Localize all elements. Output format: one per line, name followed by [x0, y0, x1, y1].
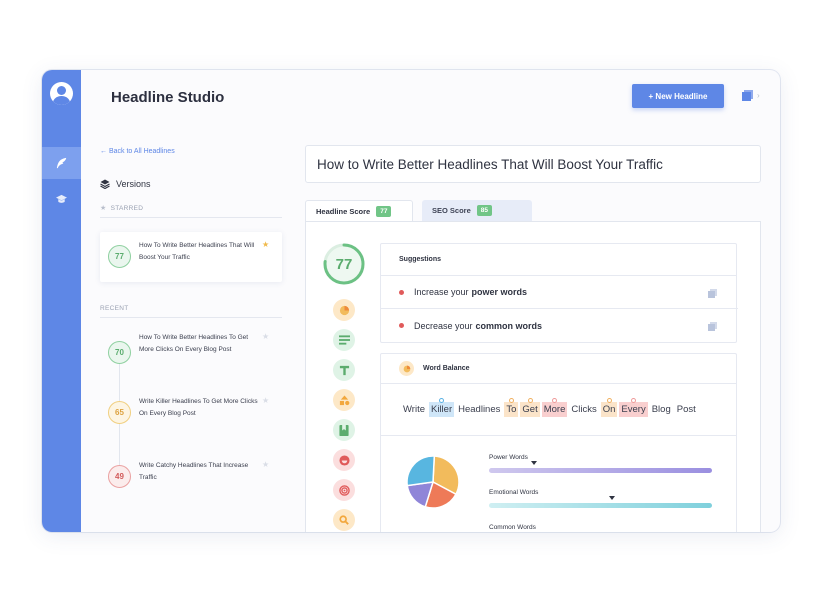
versions-sidebar: ← Back to All Headlines Versions ★ STARR… — [100, 148, 282, 522]
bar-label-common: Common Words — [489, 524, 536, 531]
type-nav[interactable] — [333, 359, 355, 381]
word-type-marker — [552, 398, 558, 403]
headline-score: 77 — [335, 255, 353, 273]
avatar[interactable] — [50, 82, 73, 105]
emotional-words-bar — [489, 503, 712, 508]
version-title: How To Write Better Headlines To Get Mor… — [139, 334, 249, 353]
suggestion-item[interactable]: Decrease your common words — [381, 309, 738, 342]
recent-section-label: RECENT — [100, 305, 282, 318]
word-type-marker — [527, 398, 533, 403]
emotional-words-marker — [608, 496, 615, 500]
score-badge: 77 — [376, 205, 392, 217]
word-balance-card: Word Balance Write Killer Headlines To Get Mo… — [380, 353, 737, 532]
bookmark-icon — [339, 424, 349, 436]
bar-label-power: Power Words — [489, 454, 528, 461]
word-type-marker — [508, 398, 514, 403]
word-type-marker — [631, 398, 637, 403]
headline-word[interactable]: Clicks — [569, 402, 598, 417]
shapes-icon — [339, 394, 349, 405]
score-circle: 49 — [108, 465, 131, 488]
status-dot — [399, 289, 404, 295]
tab-seo-score[interactable]: SEO Score 85 — [422, 200, 532, 221]
pie-slice-blue — [406, 455, 436, 487]
recent-list: 70 How To Write Better Headlines To Get … — [100, 332, 282, 522]
star-icon[interactable]: ★ — [262, 460, 269, 469]
back-link[interactable]: ← Back to All Headlines — [100, 148, 282, 155]
graduation-cap-icon — [56, 194, 67, 203]
smile-icon — [338, 454, 350, 466]
target-nav[interactable] — [333, 479, 355, 501]
starred-version-card[interactable]: 77 How To Write Better Headlines That Wi… — [100, 232, 282, 282]
headline-words: Write Killer Headlines To Get More Clicks On Eve… — [381, 384, 736, 436]
headline-word[interactable]: Killer — [429, 398, 455, 417]
app-window: Headline Studio + New Headline › ← Back … — [42, 70, 780, 532]
headline-word[interactable]: Post — [675, 402, 698, 417]
headline-word[interactable]: Headlines — [456, 402, 502, 417]
score-circle: 77 — [108, 245, 131, 268]
star-icon[interactable]: ★ — [262, 396, 269, 405]
headline-word[interactable]: To — [504, 398, 519, 417]
versions-label: Versions — [116, 179, 151, 189]
word-type-marker — [606, 398, 612, 403]
search-icon — [339, 515, 349, 525]
headline-word[interactable]: Blog — [650, 402, 673, 417]
rail-item-headlines[interactable] — [42, 147, 81, 179]
headline-word[interactable]: On — [600, 398, 618, 417]
copy-icon[interactable] — [708, 322, 717, 331]
power-words-marker — [530, 461, 537, 465]
headline-word[interactable]: More — [541, 398, 568, 417]
word-balance-nav[interactable] — [333, 299, 355, 321]
layers-icon — [100, 179, 110, 189]
suggestions-card: Suggestions Increase your power words De… — [380, 243, 738, 343]
score-circle: 65 — [108, 401, 131, 424]
word-balance-header: Word Balance — [381, 354, 736, 384]
word-type-marker — [439, 398, 445, 403]
star-icon: ★ — [100, 205, 107, 212]
headline-word[interactable]: Every — [619, 398, 648, 417]
power-words-bar — [489, 468, 712, 473]
star-icon[interactable]: ★ — [262, 332, 269, 341]
rail-item-learn[interactable] — [42, 183, 81, 215]
status-dot — [399, 323, 404, 328]
clarity-nav[interactable] — [333, 419, 355, 441]
suggestion-item[interactable]: Increase your power words — [381, 276, 738, 309]
text-type-icon — [339, 365, 349, 375]
copy-icon[interactable] — [708, 289, 717, 298]
text-lines-icon — [338, 335, 350, 345]
starred-section-label: ★ STARRED — [100, 204, 282, 218]
score-circle: 70 — [108, 341, 131, 364]
word-balance-pie — [406, 455, 460, 509]
shapes-nav[interactable] — [333, 389, 355, 411]
pie-chart-icon — [339, 305, 349, 315]
pie-chart-icon — [399, 361, 414, 376]
search-nav[interactable] — [333, 509, 355, 531]
score-panel: 77 Suggestions Increase your power words… — [305, 221, 761, 532]
version-title: How To Write Better Headlines That Will … — [139, 242, 255, 261]
score-badge: 85 — [476, 205, 493, 216]
suggestions-title: Suggestions — [381, 244, 736, 276]
sentiment-nav[interactable] — [333, 449, 355, 471]
copy-icon[interactable] — [742, 90, 753, 101]
version-title: Write Catchy Headlines That Increase Tra… — [139, 462, 249, 481]
tab-headline-score[interactable]: Headline Score 77 — [305, 200, 413, 221]
target-icon — [338, 484, 350, 496]
chevron-right-icon[interactable]: › — [757, 91, 760, 100]
headline-word[interactable]: Write — [401, 402, 427, 417]
headline-input[interactable]: How to Write Better Headlines That Will … — [305, 145, 761, 183]
nav-rail — [42, 70, 81, 532]
app-title: Headline Studio — [111, 89, 225, 106]
new-headline-button[interactable]: + New Headline — [632, 84, 724, 108]
versions-header: Versions — [100, 179, 282, 189]
version-title: Write Killer Headlines To Get More Click… — [139, 398, 258, 417]
star-icon[interactable]: ★ — [262, 240, 269, 249]
length-nav[interactable] — [333, 329, 355, 351]
bar-label-emotional: Emotional Words — [489, 489, 539, 496]
headline-word[interactable]: Get — [520, 398, 540, 417]
word-balance-title: Word Balance — [423, 365, 470, 372]
feather-icon — [56, 157, 67, 168]
